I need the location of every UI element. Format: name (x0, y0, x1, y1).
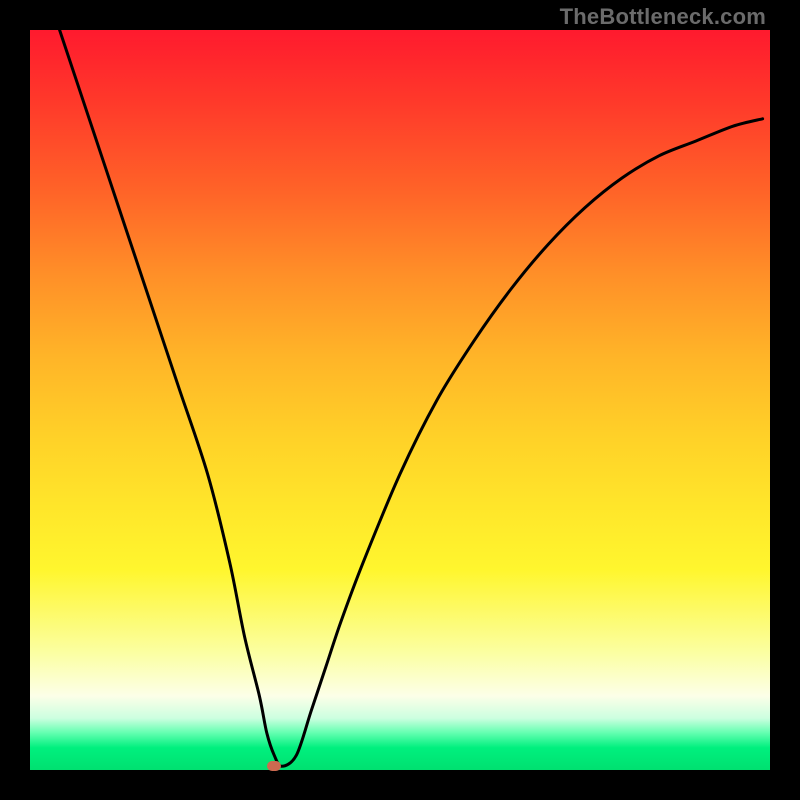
curve-svg (30, 30, 770, 770)
optimal-marker (267, 761, 281, 771)
chart-frame: TheBottleneck.com (0, 0, 800, 800)
watermark-text: TheBottleneck.com (560, 4, 766, 30)
plot-area (30, 30, 770, 770)
bottleneck-curve (60, 30, 763, 766)
